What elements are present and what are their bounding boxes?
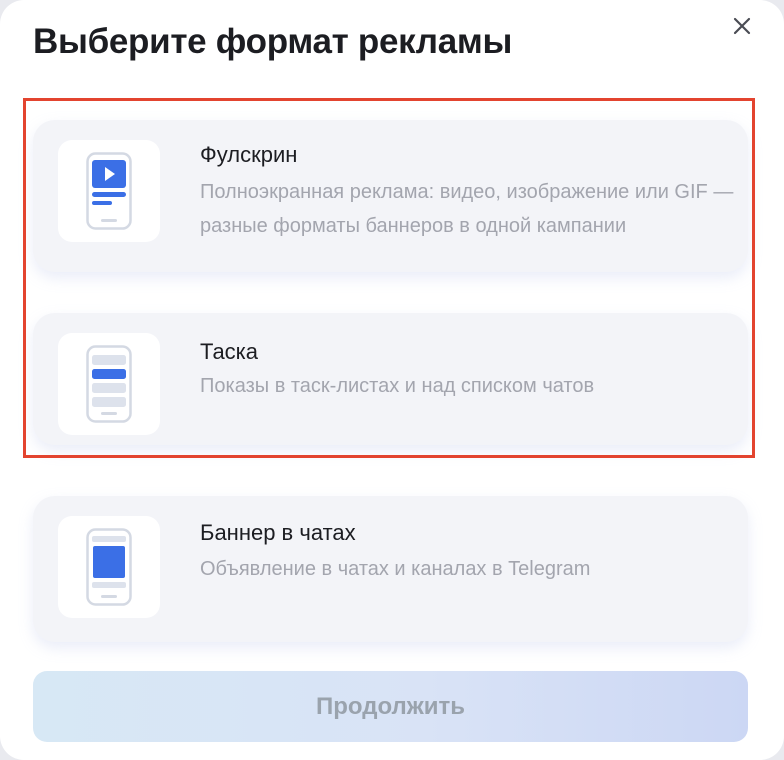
format-card-task[interactable]: Таска Показы в таск-листах и над списком… <box>33 313 748 445</box>
phone-video-icon <box>58 140 160 242</box>
format-title: Фулскрин <box>200 142 298 167</box>
phone-banner-icon <box>58 516 160 618</box>
continue-button[interactable]: Продолжить <box>33 671 748 742</box>
format-description: Полноэкранная реклама: видео, изображени… <box>200 181 734 237</box>
format-description: Показы в таск-листах и над списком чатов <box>200 375 595 397</box>
format-card-fullscreen[interactable]: Фулскрин Полноэкранная реклама: видео, и… <box>33 120 748 272</box>
close-button[interactable] <box>726 10 758 42</box>
format-select-modal: Выберите формат рекламы Фулскрин Полноэк… <box>0 0 784 760</box>
format-title: Таска <box>200 339 259 364</box>
phone-list-icon <box>58 333 160 435</box>
close-icon <box>733 17 751 35</box>
format-title: Баннер в чатах <box>200 520 356 545</box>
modal-title: Выберите формат рекламы <box>33 22 513 61</box>
format-description: Объявление в чатах и каналах в Telegram <box>200 558 591 580</box>
format-card-chat-banner[interactable]: Баннер в чатах Объявление в чатах и кана… <box>33 496 748 642</box>
